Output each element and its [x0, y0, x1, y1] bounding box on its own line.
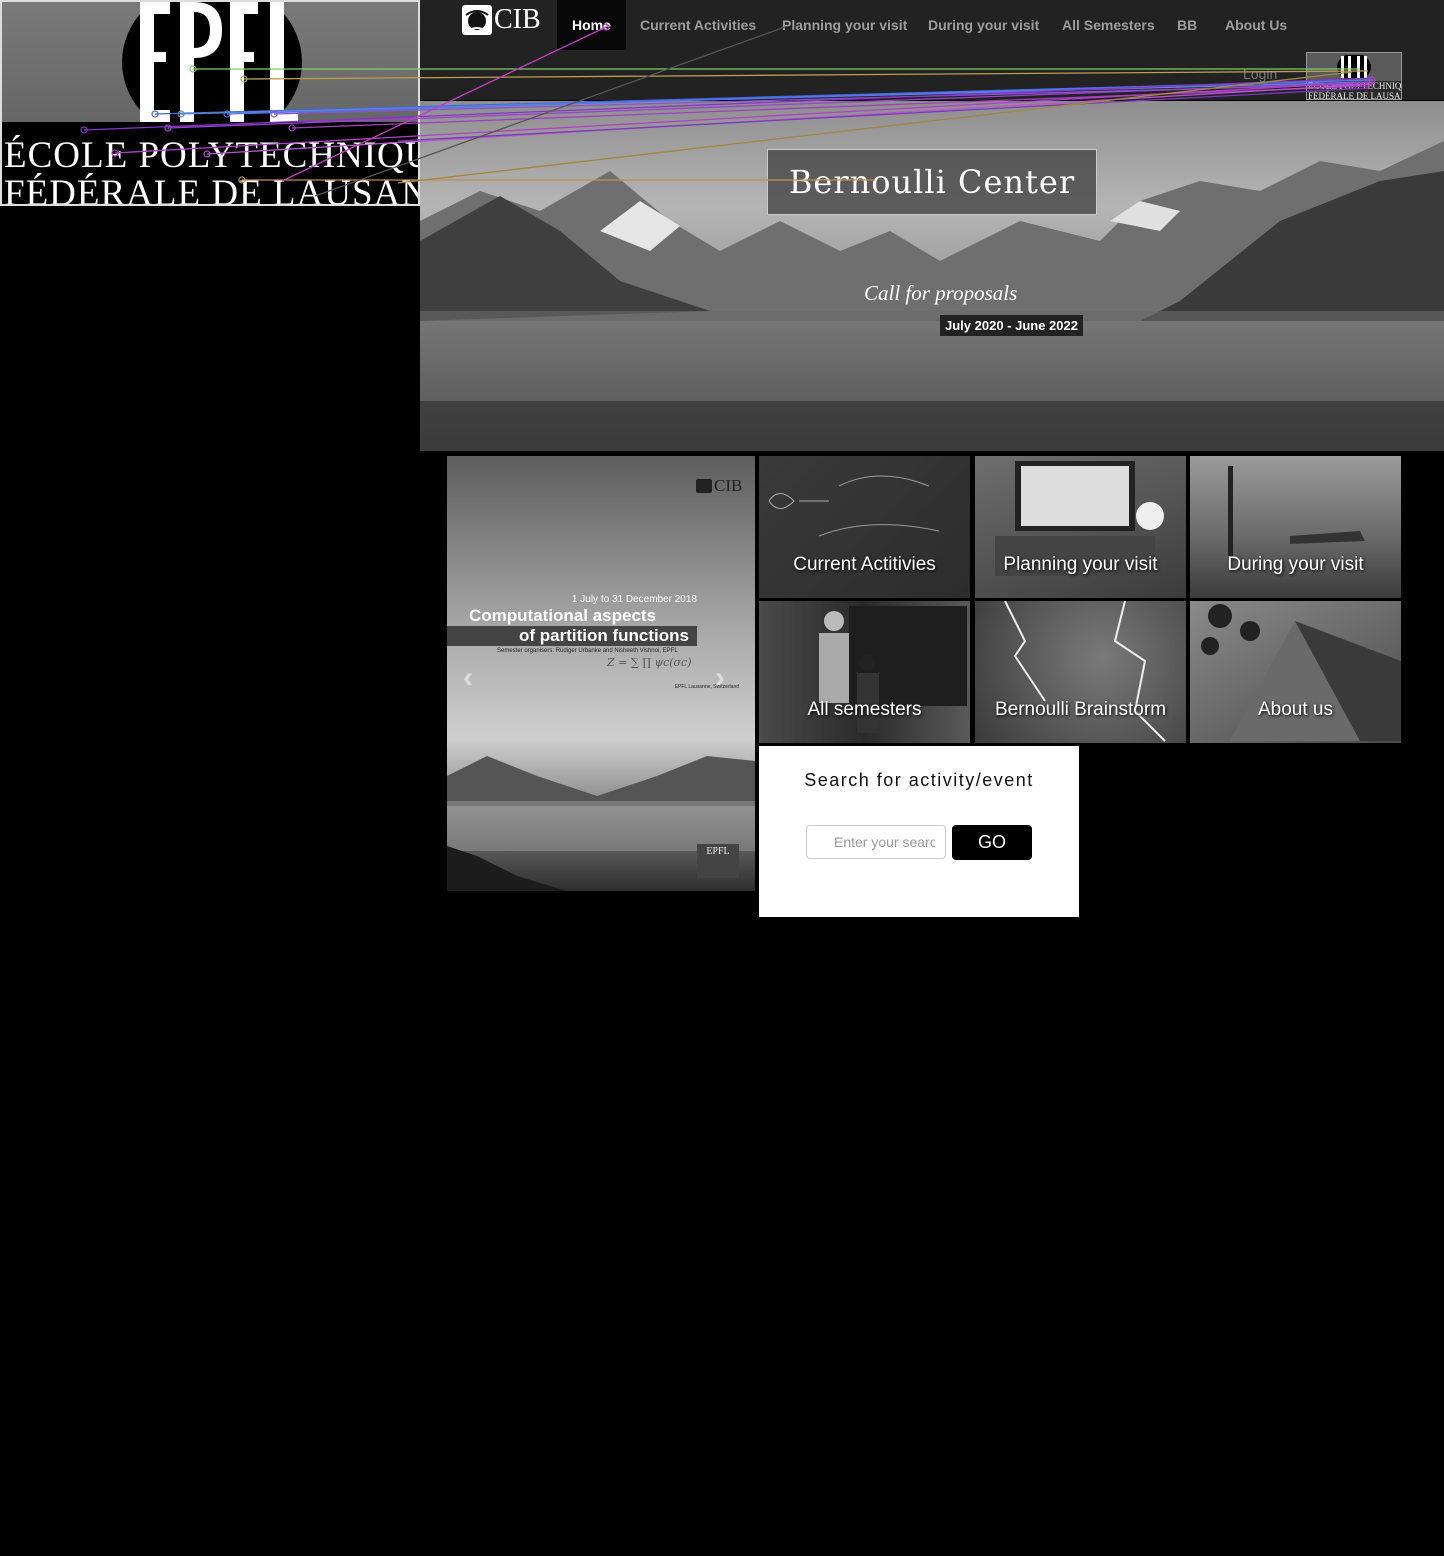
- fork-lake-image: [1228, 466, 1365, 556]
- hero-banner: Bernoulli Center Call for proposals July…: [420, 101, 1444, 451]
- nav-during-your-visit[interactable]: During your visit: [928, 0, 1039, 50]
- chalkboard-image: [768, 475, 940, 537]
- carousel[interactable]: CIB 1 July to 31 December 2018 Computati…: [447, 456, 755, 891]
- carousel-cib-logo: CIB: [696, 476, 742, 496]
- tile-during-your-visit[interactable]: During your visit: [1190, 456, 1401, 598]
- navbar: CIB Home Current Activities Planning you…: [420, 0, 1444, 100]
- carousel-title-line2: of partition functions: [447, 626, 697, 646]
- login-link[interactable]: Login: [1243, 66, 1277, 82]
- tile-label: All semesters: [807, 699, 922, 720]
- carousel-title-line1: Computational aspects: [469, 606, 657, 625]
- brand-link[interactable]: CIB: [462, 4, 541, 36]
- brand-text: CIB: [494, 4, 541, 35]
- tile-label: Bernoulli Brainstorm: [994, 699, 1167, 720]
- tile-label: Planning your visit: [1003, 554, 1158, 575]
- epfl-logo-line2: FÉDÉRALE DE LAUSANNE: [4, 173, 418, 206]
- carousel-prev-icon[interactable]: ‹: [463, 661, 473, 695]
- tile-all-semesters[interactable]: All semesters: [759, 601, 970, 743]
- tile-planning-your-visit[interactable]: Planning your visit: [975, 456, 1186, 598]
- search-input[interactable]: [806, 825, 946, 859]
- tile-about-us[interactable]: About us: [1190, 601, 1401, 743]
- mini-logo-line2: FÉDÉRALE DE LAUSANNE: [1308, 91, 1401, 100]
- hero-subtitle[interactable]: Call for proposals: [864, 281, 1017, 306]
- cib-logo-icon: [696, 479, 712, 493]
- building-leaves-image: [1201, 604, 1401, 741]
- blackboard-people-image: [819, 606, 967, 733]
- epfl-logo-mark: [122, 2, 302, 122]
- nav-all-semesters[interactable]: All Semesters: [1062, 0, 1155, 50]
- mini-logo-line1: ÉCOLE POLYTECHNIQUE: [1308, 81, 1402, 91]
- mini-epfl-mark-icon: [1337, 55, 1371, 79]
- carousel-landscape-image: [447, 756, 755, 891]
- lightning-image: [1004, 601, 1166, 742]
- nav-about-us[interactable]: About Us: [1225, 0, 1287, 50]
- carousel-location: EPFL Lausanne, Switzerland: [674, 684, 739, 690]
- tile-label: About us: [1258, 699, 1333, 720]
- cib-logo-icon: [462, 5, 492, 35]
- carousel-brand-text: CIB: [714, 476, 743, 495]
- tile-label: During your visit: [1227, 554, 1364, 575]
- hero-date-badge: July 2020 - June 2022: [940, 315, 1083, 336]
- search-title: Search for activity/event: [804, 770, 1034, 790]
- carousel-date: 1 July to 31 December 2018: [571, 594, 697, 605]
- search-panel: Search for activity/event GO: [759, 746, 1079, 917]
- nav-home[interactable]: Home: [557, 0, 626, 50]
- tile-label: Current Actitivies: [793, 554, 936, 575]
- nav-current-activities[interactable]: Current Activities: [640, 0, 756, 50]
- carousel-next-icon[interactable]: ›: [715, 661, 725, 695]
- laptop-image: [995, 461, 1164, 576]
- epfl-mini-logo[interactable]: ÉCOLE POLYTECHNIQUE FÉDÉRALE DE LAUSANNE: [1306, 52, 1402, 100]
- epfl-logo-line1: ÉCOLE POLYTECHNIQUE: [4, 135, 420, 176]
- nav-planning-your-visit[interactable]: Planning your visit: [782, 0, 907, 50]
- carousel-organisers: Semester organisers: Rüdiger Urbanke and…: [497, 648, 678, 654]
- page: ÉCOLE POLYTECHNIQUE FÉDÉRALE DE LAUSANNE…: [0, 0, 1444, 1556]
- tile-current-activities[interactable]: Current Actitivies: [759, 456, 970, 598]
- epfl-logo-panel: ÉCOLE POLYTECHNIQUE FÉDÉRALE DE LAUSANNE: [0, 0, 420, 206]
- carousel-epfl-logo: EPFL: [697, 844, 739, 878]
- tile-bernoulli-brainstorm[interactable]: Bernoulli Brainstorm: [975, 601, 1186, 743]
- nav-bb[interactable]: BB: [1177, 0, 1197, 50]
- carousel-formula: Z = ∑ ∏ ψc(σc): [607, 656, 692, 669]
- go-button[interactable]: GO: [952, 825, 1032, 860]
- hero-title: Bernoulli Center: [767, 149, 1097, 215]
